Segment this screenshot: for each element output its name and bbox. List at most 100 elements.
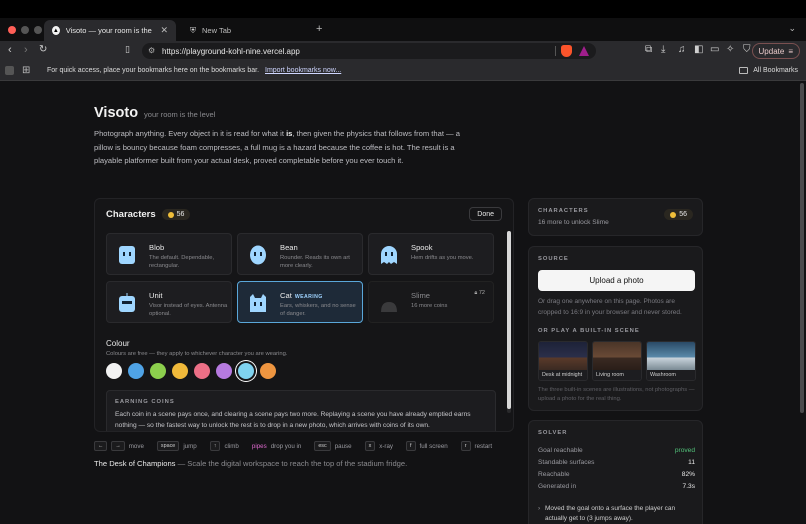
hint-label: climb (224, 442, 239, 450)
character-card-spook[interactable]: Spook Hem drifts as you move. (368, 233, 494, 275)
download-icon[interactable]: ⤓ (661, 44, 665, 55)
tagline: your room is the level (144, 110, 216, 119)
app-name: Visoto (94, 105, 139, 121)
forward-icon[interactable]: › (24, 44, 28, 56)
left-arrow-key: ← (94, 441, 108, 451)
characters-header: Characters 56 (106, 209, 191, 220)
colour-swatch[interactable] (260, 363, 276, 379)
coin-icon (670, 211, 677, 218)
coin-count-badge: 56 (664, 209, 693, 220)
reload-icon[interactable]: ↻ (39, 44, 47, 55)
brave-rewards-icon[interactable] (579, 46, 589, 56)
all-bookmarks-button[interactable]: All Bookmarks (739, 67, 798, 74)
character-card-blob[interactable]: Blob The default. Dependable, rectangula… (106, 233, 232, 275)
upload-photo-button[interactable]: Upload a photo (538, 270, 695, 291)
wallet-icon[interactable]: ▭ (710, 44, 719, 55)
coin-icon (167, 211, 174, 218)
scene-washroom[interactable]: Washroom (646, 341, 696, 381)
colour-swatch[interactable] (106, 363, 122, 379)
character-card-slime[interactable]: Slime 16 more coins 🔒︎ 72 (368, 281, 494, 323)
lock-cost-badge: 🔒︎ 72 (474, 290, 485, 296)
browser-toolbar: ‹ › ↻ ▯ ⚙ https://playground-kohl-nine.v… (0, 41, 806, 61)
brave-shields-icon[interactable] (561, 45, 572, 57)
character-name: Blob (149, 243, 165, 252)
tab-visoto[interactable]: ▲ Visoto — your room is the level ✕ (44, 20, 176, 41)
character-name: Cat WEARING (280, 291, 323, 300)
character-card-cat[interactable]: Cat WEARING Ears, whiskers, and no sense … (237, 281, 363, 323)
solver-row: Reachable 82% (538, 471, 695, 478)
bean-icon (250, 245, 266, 265)
page-scrollbar[interactable] (798, 81, 806, 524)
coin-count-badge: 56 (161, 209, 191, 220)
characters-summary-panel[interactable]: CHARACTERS 16 more to unlock Slime 56 (528, 198, 703, 236)
done-button[interactable]: Done (469, 207, 502, 221)
colour-swatch[interactable] (216, 363, 232, 379)
colour-subtitle: Colours are free — they apply to whichev… (106, 351, 288, 357)
solver-row: Goal reachable proved (538, 447, 695, 454)
page-title: Visoto your room is the level (94, 105, 215, 121)
cat-icon (250, 294, 266, 312)
characters-heading: Characters (106, 209, 156, 220)
earning-body: Each coin in a scene pays once, and clea… (115, 411, 471, 429)
page-scroll-thumb[interactable] (800, 83, 804, 413)
tab-new-tab[interactable]: ⛨ New Tab (182, 20, 312, 41)
character-desc: Rounder. Reads its own art more clearly. (280, 255, 350, 269)
bookmark-icon[interactable]: ▯ (125, 44, 130, 55)
character-name: Spook (411, 243, 433, 252)
level-title: The Desk of Champions — Scale the digita… (94, 459, 408, 468)
tab-title: New Tab (202, 26, 232, 35)
colour-swatch[interactable] (194, 363, 210, 379)
colour-swatch[interactable] (128, 363, 144, 379)
pipes-label: pipes (251, 442, 267, 450)
colour-swatch[interactable] (172, 363, 188, 379)
music-icon[interactable]: ♫ (678, 44, 686, 55)
chevron-down-icon[interactable]: ⌄ (788, 23, 796, 34)
character-name: Unit (149, 291, 163, 300)
drag-hint: Or drag one anywhere on this page. Photo… (538, 298, 682, 316)
site-settings-icon[interactable]: ⚙ (148, 46, 155, 55)
scene-thumbnail (539, 342, 587, 370)
leo-ai-icon[interactable]: ✧ (726, 44, 734, 55)
colour-swatch[interactable] (238, 363, 254, 379)
minimize-window-button[interactable] (21, 26, 29, 34)
hint-label: drop you in (270, 442, 302, 450)
scene-caption: Living room (593, 370, 641, 380)
wearing-badge: WEARING (294, 294, 323, 300)
hint-label: pause (334, 442, 352, 450)
scene-caption: Desk at midnight (539, 370, 587, 380)
panel-label: OR PLAY A BUILT-IN SCENE (538, 328, 640, 334)
character-card-bean[interactable]: Bean Rounder. Reads its own art more cle… (237, 233, 363, 275)
zoom-window-button[interactable] (34, 26, 42, 34)
character-card-unit[interactable]: Unit Visor instead of eyes. Antenna opti… (106, 281, 232, 323)
ghost-icon (381, 246, 397, 264)
close-window-button[interactable] (8, 26, 16, 34)
sidebar-icon[interactable]: ◧ (694, 44, 703, 55)
address-bar[interactable]: ⚙ https://playground-kohl-nine.vercel.ap… (142, 43, 596, 59)
update-button[interactable]: Update ≡ (751, 43, 800, 59)
bookmarks-bar: ⊞ For quick access, place your bookmarks… (0, 61, 806, 81)
scene-living-room[interactable]: Living room (592, 341, 642, 381)
right-arrow-key: → (111, 441, 125, 451)
menu-icon: ≡ (788, 46, 793, 56)
hint-label: restart (474, 442, 493, 450)
close-icon[interactable]: ✕ (160, 25, 168, 36)
keyboard-hints: ← → move space jump ↑ climb pipes drop y… (94, 441, 492, 451)
new-tab-button[interactable]: + (316, 23, 322, 35)
up-arrow-key: ↑ (209, 441, 221, 451)
bookmark-favicon[interactable] (5, 66, 14, 75)
scene-thumbnail (647, 342, 695, 370)
apps-grid-icon[interactable]: ⊞ (22, 65, 30, 76)
extensions-icon[interactable]: ⧉ (645, 44, 652, 55)
hint-label: move (128, 442, 144, 450)
modal-scroll-thumb[interactable] (507, 231, 511, 409)
characters-modal: Characters 56 Done Blob The default. Dep… (94, 198, 514, 432)
folder-icon (739, 67, 749, 74)
back-icon[interactable]: ‹ (8, 44, 12, 56)
esc-key: esc (314, 441, 331, 451)
scene-desk-at-midnight[interactable]: Desk at midnight (538, 341, 588, 381)
import-bookmarks-link[interactable]: Import bookmarks now... (265, 67, 341, 74)
modal-scrollbar[interactable] (507, 231, 511, 413)
colour-swatch[interactable] (150, 363, 166, 379)
solver-row: Generated in 7.3s (538, 483, 695, 490)
vpn-icon[interactable]: ⛉ (743, 44, 751, 55)
